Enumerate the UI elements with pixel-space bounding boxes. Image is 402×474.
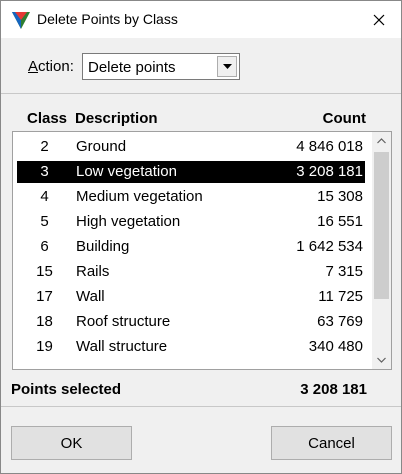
triangle-app-icon [12, 12, 30, 29]
class-table-pane: Class Description Count 2 Ground 4 846 0… [1, 94, 401, 372]
action-label: Action: [28, 58, 74, 75]
row-description: Rails [76, 263, 110, 280]
table-row[interactable]: 17 Wall 11 725 [17, 286, 365, 308]
chevron-down-icon [377, 357, 386, 363]
status-pane: Points selected 3 208 181 [1, 372, 401, 406]
row-class: 3 [40, 163, 49, 180]
table-row[interactable]: 19 Wall structure 340 480 [17, 336, 365, 358]
row-description: Wall [76, 288, 105, 305]
row-class: 5 [40, 213, 49, 230]
row-class: 4 [40, 188, 49, 205]
close-button[interactable] [357, 1, 401, 38]
row-count: 11 725 [318, 288, 363, 305]
vertical-scrollbar[interactable] [372, 132, 391, 369]
points-selected-value: 3 208 181 [300, 381, 367, 398]
class-list[interactable]: 2 Ground 4 846 018 3 Low vegetation 3 20… [12, 131, 392, 370]
table-row[interactable]: 2 Ground 4 846 018 [17, 136, 365, 158]
row-count: 340 480 [308, 338, 363, 355]
scroll-down-button[interactable] [372, 351, 391, 369]
table-row[interactable]: 15 Rails 7 315 [17, 261, 365, 283]
cancel-button[interactable]: Cancel [271, 426, 392, 460]
row-description: Medium vegetation [76, 188, 203, 205]
action-select-value: Delete points [88, 59, 176, 76]
action-label-rest: ction: [38, 58, 74, 75]
row-class: 2 [40, 138, 49, 155]
table-row[interactable]: 5 High vegetation 16 551 [17, 211, 365, 233]
row-description: High vegetation [76, 213, 181, 230]
close-icon [373, 14, 385, 25]
row-count: 15 308 [317, 188, 363, 205]
table-row[interactable]: 4 Medium vegetation 15 308 [17, 186, 365, 208]
chevron-down-icon [222, 64, 232, 69]
row-class: 19 [36, 338, 53, 355]
column-header-description[interactable]: Description [75, 110, 158, 127]
window-title: Delete Points by Class [37, 11, 178, 27]
column-header-class[interactable]: Class [27, 110, 67, 127]
row-count: 16 551 [317, 213, 363, 230]
scroll-up-button[interactable] [372, 132, 391, 150]
chevron-up-icon [377, 138, 386, 144]
row-count: 1 642 534 [296, 238, 363, 255]
row-description: Ground [76, 138, 127, 155]
ok-button[interactable]: OK [11, 426, 132, 460]
row-class: 6 [40, 238, 49, 255]
table-row[interactable]: 6 Building 1 642 534 [17, 236, 365, 258]
column-header-count[interactable]: Count [323, 110, 366, 127]
row-class: 15 [36, 263, 53, 280]
table-row[interactable]: 18 Roof structure 63 769 [17, 311, 365, 333]
row-count: 63 769 [317, 313, 363, 330]
row-class: 18 [36, 313, 53, 330]
dialog-window: Delete Points by Class Action: Delete po… [0, 0, 402, 474]
row-description: Low vegetation [76, 163, 177, 180]
action-label-mnemonic: A [28, 58, 39, 75]
row-class: 17 [36, 288, 53, 305]
row-description: Roof structure [76, 313, 171, 330]
row-description: Building [76, 238, 130, 255]
row-description: Wall structure [76, 338, 168, 355]
row-count: 4 846 018 [296, 138, 363, 155]
row-count: 3 208 181 [296, 163, 363, 180]
points-selected-label: Points selected [11, 381, 122, 398]
divider [1, 406, 401, 407]
action-select[interactable]: Delete points [82, 53, 240, 80]
title-bar: Delete Points by Class [1, 1, 401, 38]
scrollbar-thumb[interactable] [374, 152, 389, 299]
action-pane: Action: Delete points [1, 38, 401, 93]
row-count: 7 315 [325, 263, 363, 280]
table-row-selected[interactable]: 3 Low vegetation 3 208 181 [17, 161, 365, 183]
dropdown-button[interactable] [217, 56, 237, 77]
